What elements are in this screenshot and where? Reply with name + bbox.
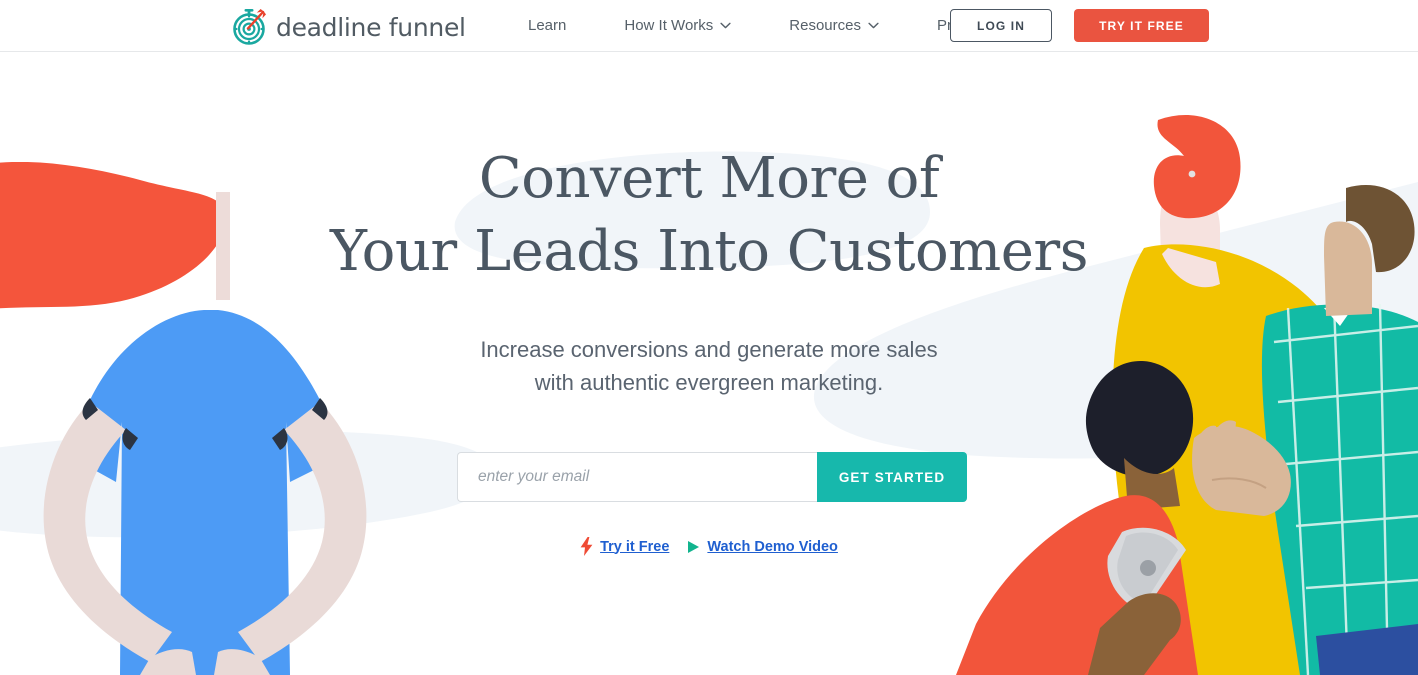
logo-text: deadline funnel (276, 12, 466, 42)
nav-item-how-it-works[interactable]: How It Works (595, 0, 760, 51)
get-started-button[interactable]: GET STARTED (817, 452, 967, 502)
headline-line-2: Your Leads Into Customers (330, 219, 1088, 284)
chevron-down-icon (720, 22, 731, 29)
hero-secondary-links: Try it Free Watch Demo Video (0, 537, 1418, 556)
main-nav: Learn How It Works Resources Pricing (500, 0, 1012, 51)
subheading-line-2: with authentic evergreen marketing. (534, 370, 884, 395)
chevron-down-icon (868, 22, 879, 29)
header-actions: LOG IN TRY IT FREE (950, 9, 1209, 42)
link-label: Try it Free (600, 538, 670, 555)
page-title: Convert More of Your Leads Into Customer… (0, 142, 1418, 288)
nav-item-resources[interactable]: Resources (760, 0, 908, 51)
lightning-bolt-icon (580, 537, 593, 556)
watch-demo-video-link[interactable]: Watch Demo Video (687, 539, 838, 555)
login-button[interactable]: LOG IN (950, 9, 1052, 42)
nav-label: Learn (528, 17, 567, 34)
email-input[interactable] (457, 452, 817, 502)
nav-item-learn[interactable]: Learn (500, 0, 595, 51)
hero-subheading: Increase conversions and generate more s… (0, 333, 1418, 399)
headline-line-1: Convert More of (478, 146, 940, 211)
link-label: Watch Demo Video (707, 538, 838, 555)
stopwatch-target-icon (229, 6, 269, 46)
try-it-free-button[interactable]: TRY IT FREE (1074, 9, 1209, 42)
site-header: deadline funnel Learn How It Works Resou… (0, 0, 1418, 52)
subheading-line-1: Increase conversions and generate more s… (480, 337, 938, 362)
hero-section: Convert More of Your Leads Into Customer… (0, 52, 1418, 675)
nav-label: How It Works (624, 17, 714, 34)
signup-form: GET STARTED (457, 452, 967, 502)
play-triangle-icon (687, 540, 700, 554)
nav-label: Resources (789, 17, 861, 34)
logo[interactable]: deadline funnel (229, 5, 466, 47)
try-it-free-link[interactable]: Try it Free (580, 537, 669, 556)
